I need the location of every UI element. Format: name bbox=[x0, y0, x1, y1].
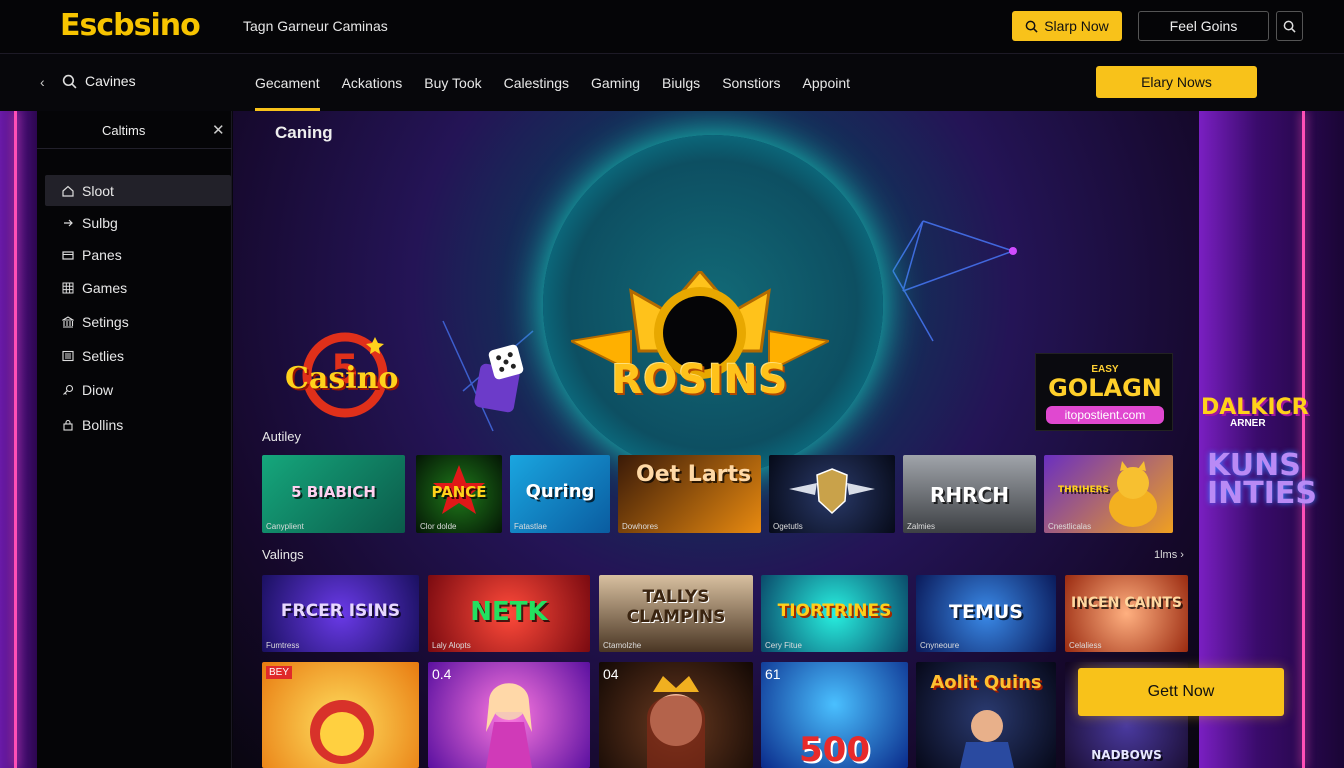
sidebar-item-bollins[interactable]: Bollins bbox=[45, 409, 231, 440]
game-tile[interactable]: TIORTRINES Cery Fitue bbox=[761, 575, 908, 652]
casino-logo-text: Casino bbox=[285, 361, 399, 396]
sidebar-item-label: Bollins bbox=[82, 416, 124, 433]
nav-link-sonstiors[interactable]: Sonstiors bbox=[722, 54, 780, 111]
game-tile[interactable]: INCEN CAINTS Celaliess bbox=[1065, 575, 1188, 652]
main-content: Caning ROSINS 5 Casino EASY GOLAGN itopo… bbox=[233, 111, 1199, 768]
nav-search[interactable]: Cavines bbox=[62, 73, 136, 89]
signup-button[interactable]: Slarp Now bbox=[1012, 11, 1122, 41]
section-activity-label: Autiley bbox=[262, 429, 302, 444]
sidebar-item-label: Sulbg bbox=[82, 214, 118, 231]
game-tile[interactable]: TALLYS CLAMPINS Ctamolzhe bbox=[599, 575, 753, 652]
secondary-button[interactable]: Feel Goins bbox=[1138, 11, 1269, 41]
game-tile[interactable]: Ogetutls bbox=[769, 455, 895, 533]
promo-title: GOLAGN bbox=[1048, 374, 1162, 402]
back-icon[interactable]: ‹ bbox=[40, 74, 45, 90]
neon-line-right bbox=[1302, 111, 1305, 768]
sidebar: Caltims ✕ Sloot Sulbg Panes Games Seting… bbox=[37, 111, 232, 768]
game-tile[interactable]: BEY bbox=[262, 662, 419, 768]
right-banner-subtitle: ARNER bbox=[1230, 418, 1266, 429]
sidebar-item-sulbg[interactable]: Sulbg bbox=[45, 207, 231, 238]
emblem-text: ROSINS bbox=[611, 357, 789, 403]
site-tagline: Tagn Garneur Caminas bbox=[243, 18, 388, 34]
right-banner-promo[interactable]: KUNS INTIES bbox=[1207, 451, 1344, 509]
get-now-button[interactable]: Gett Now bbox=[1078, 668, 1284, 716]
nav-link-ackations[interactable]: Ackations bbox=[342, 54, 403, 111]
sidebar-item-setings[interactable]: Setings bbox=[45, 306, 231, 337]
sidebar-item-sloot[interactable]: Sloot bbox=[45, 175, 231, 206]
sidebar-item-label: Sloot bbox=[82, 182, 114, 199]
early-cta-button[interactable]: Elary Nows bbox=[1096, 66, 1257, 98]
character-portrait-icon bbox=[486, 683, 532, 768]
sidebar-item-label: Setings bbox=[82, 313, 129, 330]
sidebar-item-label: Games bbox=[82, 279, 128, 296]
cat-mascot-icon bbox=[1109, 461, 1157, 527]
queen-portrait-icon bbox=[647, 676, 705, 768]
arrow-icon bbox=[64, 219, 73, 226]
game-tile[interactable]: 0.4 bbox=[428, 662, 590, 768]
header-search-button[interactable] bbox=[1276, 11, 1303, 41]
game-tile[interactable]: Quring Fatastlae bbox=[510, 455, 610, 533]
nav-links: Gecament Ackations Buy Took Calestings G… bbox=[255, 54, 850, 111]
sidebar-item-label: Panes bbox=[82, 246, 122, 263]
see-more-link[interactable]: 1lms › bbox=[1154, 549, 1184, 561]
nav-link-buy-took[interactable]: Buy Took bbox=[424, 54, 481, 111]
cards-icon bbox=[62, 250, 74, 260]
search-icon bbox=[1283, 20, 1296, 33]
sidebar-item-diow[interactable]: Diow bbox=[45, 374, 231, 405]
top-bar: Escbsino Tagn Garneur Caminas Slarp Now … bbox=[0, 0, 1344, 54]
bank-icon bbox=[62, 315, 74, 328]
nav-search-label: Cavines bbox=[85, 73, 136, 89]
sidebar-item-games[interactable]: Games bbox=[45, 272, 231, 303]
sidebar-title: Caltims bbox=[102, 123, 146, 138]
search-icon bbox=[1025, 20, 1038, 33]
main-nav: ‹ Cavines Gecament Ackations Buy Took Ca… bbox=[0, 54, 1344, 111]
sidebar-item-setlies[interactable]: Setlies bbox=[45, 340, 231, 371]
home-icon bbox=[62, 185, 74, 197]
game-tile[interactable]: NETK Laly Alopts bbox=[428, 575, 590, 652]
left-neon-backdrop bbox=[0, 111, 37, 768]
game-tile[interactable]: 5 BIABICH Canyplient bbox=[262, 455, 405, 533]
game-tile[interactable]: Oet Larts Dowhores bbox=[618, 455, 761, 533]
signup-label: Slarp Now bbox=[1044, 18, 1109, 34]
section-valings-label: Valings bbox=[262, 547, 304, 562]
nav-link-appoint[interactable]: Appoint bbox=[803, 54, 850, 111]
hero-emblem[interactable]: ROSINS bbox=[571, 271, 829, 411]
promo-url: itopostient.com bbox=[1046, 406, 1164, 424]
key-icon bbox=[63, 384, 74, 395]
sidebar-item-panes[interactable]: Panes bbox=[45, 239, 231, 270]
neon-line-left bbox=[14, 111, 17, 768]
lion-mascot-icon bbox=[310, 700, 374, 764]
game-tile[interactable]: 61 500 bbox=[761, 662, 908, 768]
winged-shield-icon bbox=[789, 468, 875, 515]
site-logo[interactable]: Escbsino bbox=[60, 8, 201, 43]
game-tile[interactable]: RHRCH Zalmies bbox=[903, 455, 1036, 533]
casino-logo[interactable]: 5 Casino bbox=[283, 331, 403, 421]
right-banner-title[interactable]: DALKICR bbox=[1201, 395, 1309, 420]
game-tile[interactable]: PANCE Clor dolde bbox=[416, 455, 502, 533]
game-tile[interactable]: FRCER ISINS Fumtress bbox=[262, 575, 419, 652]
lock-icon bbox=[63, 419, 73, 431]
nav-link-gecament[interactable]: Gecament bbox=[255, 54, 320, 111]
search-icon bbox=[62, 74, 77, 88]
game-tile[interactable]: THRIHERS Cnestlicalas bbox=[1044, 455, 1173, 533]
sidebar-item-label: Setlies bbox=[82, 347, 125, 364]
promo-badge[interactable]: EASY GOLAGN itopostient.com bbox=[1035, 353, 1173, 431]
nav-link-biulgs[interactable]: Biulgs bbox=[662, 54, 700, 111]
game-tile[interactable]: 04 bbox=[599, 662, 753, 768]
nav-link-calestings[interactable]: Calestings bbox=[504, 54, 569, 111]
sidebar-header: Caltims ✕ bbox=[37, 111, 232, 149]
list-icon bbox=[62, 350, 74, 361]
nav-link-gaming[interactable]: Gaming bbox=[591, 54, 640, 111]
sidebar-item-label: Diow bbox=[82, 381, 114, 398]
game-tile[interactable]: Aolit Quins bbox=[916, 662, 1056, 768]
game-tile[interactable]: TEMUS Cnyneoure bbox=[916, 575, 1056, 652]
grid-icon bbox=[62, 282, 74, 293]
close-icon[interactable]: ✕ bbox=[212, 121, 225, 139]
character-portrait-icon bbox=[960, 710, 1014, 768]
